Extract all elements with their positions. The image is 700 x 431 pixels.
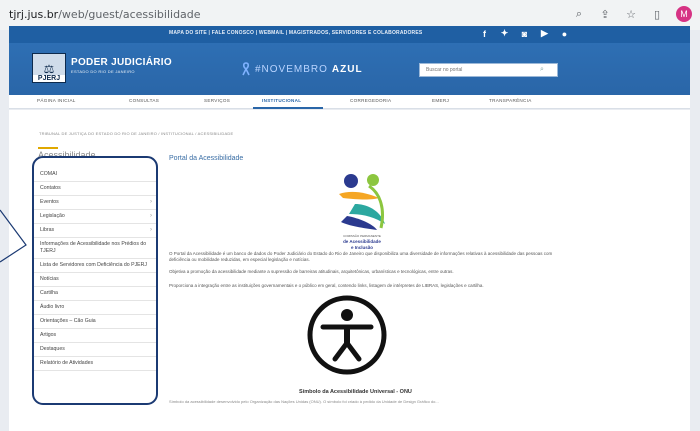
campaign-suffix: AZUL [331, 63, 363, 75]
logo-caption-main: de Acessibilidade [343, 239, 381, 244]
page-body: TRIBUNAL DE JUSTIÇA DO ESTADO DO RIO DE … [9, 110, 690, 431]
bookmark-star-icon[interactable]: ☆ [624, 7, 638, 21]
symbol-description: Símbolo da acessibilidade desenvolvido p… [169, 399, 439, 404]
active-nav-indicator [253, 107, 323, 109]
nav-transparencia[interactable]: TRANSPARÊNCIA [489, 98, 532, 103]
search-icon[interactable]: ⌕ [540, 66, 544, 74]
instagram-icon[interactable]: ◙ [519, 28, 530, 39]
nav-institucional[interactable]: INSTITUCIONAL [262, 98, 301, 103]
address-url[interactable]: tjrj.jus.br/web/guest/acessibilidade [9, 8, 201, 21]
social-links: f ✦ ◙ ▶ ● [479, 28, 570, 39]
brand-subtitle: ESTADO DO RIO DE JANEIRO [71, 69, 135, 74]
nav-pagina-inicial[interactable]: PÁGINA INICIAL [37, 98, 76, 103]
nav-servicos[interactable]: SERVIÇOS [204, 98, 230, 103]
youtube-icon[interactable]: ▶ [539, 28, 550, 39]
url-path: /web/guest/acessibilidade [58, 8, 201, 21]
browser-toolbar-icons: ⌕ ⇪ ☆ ▯ M [572, 6, 692, 22]
integration-paragraph: Proporciona a integração entre as instit… [169, 283, 484, 288]
url-host: tjrj.jus.br [9, 8, 59, 21]
sidebar-title-accent [38, 147, 58, 149]
logo-caption-small: COMISSÃO PERMANENTE [343, 233, 381, 238]
facebook-icon[interactable]: f [479, 28, 490, 39]
search-input[interactable] [420, 67, 540, 73]
breadcrumb[interactable]: TRIBUNAL DE JUSTIÇA DO ESTADO DO RIO DE … [39, 131, 233, 136]
utility-links[interactable]: MAPA DO SITE | FALE CONOSCO | WEBMAIL | … [169, 30, 422, 36]
universal-accessibility-symbol [307, 295, 387, 375]
symbol-title: Símbolo da Acessibilidade Universal - ON… [299, 389, 412, 395]
flickr-icon[interactable]: ● [559, 28, 570, 39]
accessibility-commission-logo: COMISSÃO PERMANENTE de Acessibilidade e … [339, 174, 385, 250]
side-panel-icon[interactable]: ▯ [650, 7, 664, 21]
site-utility-bar: MAPA DO SITE | FALE CONOSCO | WEBMAIL | … [9, 26, 690, 43]
campaign-prefix: #NOVEMBRO [255, 63, 328, 75]
zoom-icon[interactable]: ⌕ [572, 7, 586, 21]
intro-paragraph: O Portal da Acessibilidade é um banco de… [169, 251, 553, 262]
brand: PODER JUDICIÁRIO ESTADO DO RIO DE JANEIR… [71, 57, 172, 74]
site-header: ⚖ PJERJ PODER JUDICIÁRIO ESTADO DO RIO D… [9, 43, 690, 95]
logo-text: PJERJ [33, 75, 65, 82]
brand-title: PODER JUDICIÁRIO [71, 57, 172, 68]
nav-corregedoria[interactable]: CORREGEDORIA [350, 98, 391, 103]
pjerj-logo[interactable]: ⚖ PJERJ [32, 53, 66, 83]
site-search: ⌕ [419, 63, 558, 77]
nav-emerj[interactable]: EMERJ [432, 98, 449, 103]
objective-paragraph: Objetiva a promoção da acessibilidade me… [169, 269, 454, 274]
sidebar-highlight-frame [32, 156, 158, 405]
logo-caption-main2: e Inclusão [351, 245, 373, 250]
twitter-icon[interactable]: ✦ [499, 28, 510, 39]
nav-consultas[interactable]: CONSULTAS [129, 98, 159, 103]
page-title: Portal da Acessibilidade [169, 155, 244, 162]
novembro-azul-banner[interactable]: #NOVEMBRO AZUL [241, 62, 363, 76]
awareness-ribbon-icon [242, 62, 250, 76]
share-icon[interactable]: ⇪ [598, 7, 612, 21]
scales-icon: ⚖ [43, 62, 55, 76]
main-nav: PÁGINA INICIAL CONSULTAS SERVIÇOS INSTIT… [9, 95, 690, 109]
profile-avatar[interactable]: M [676, 6, 692, 22]
